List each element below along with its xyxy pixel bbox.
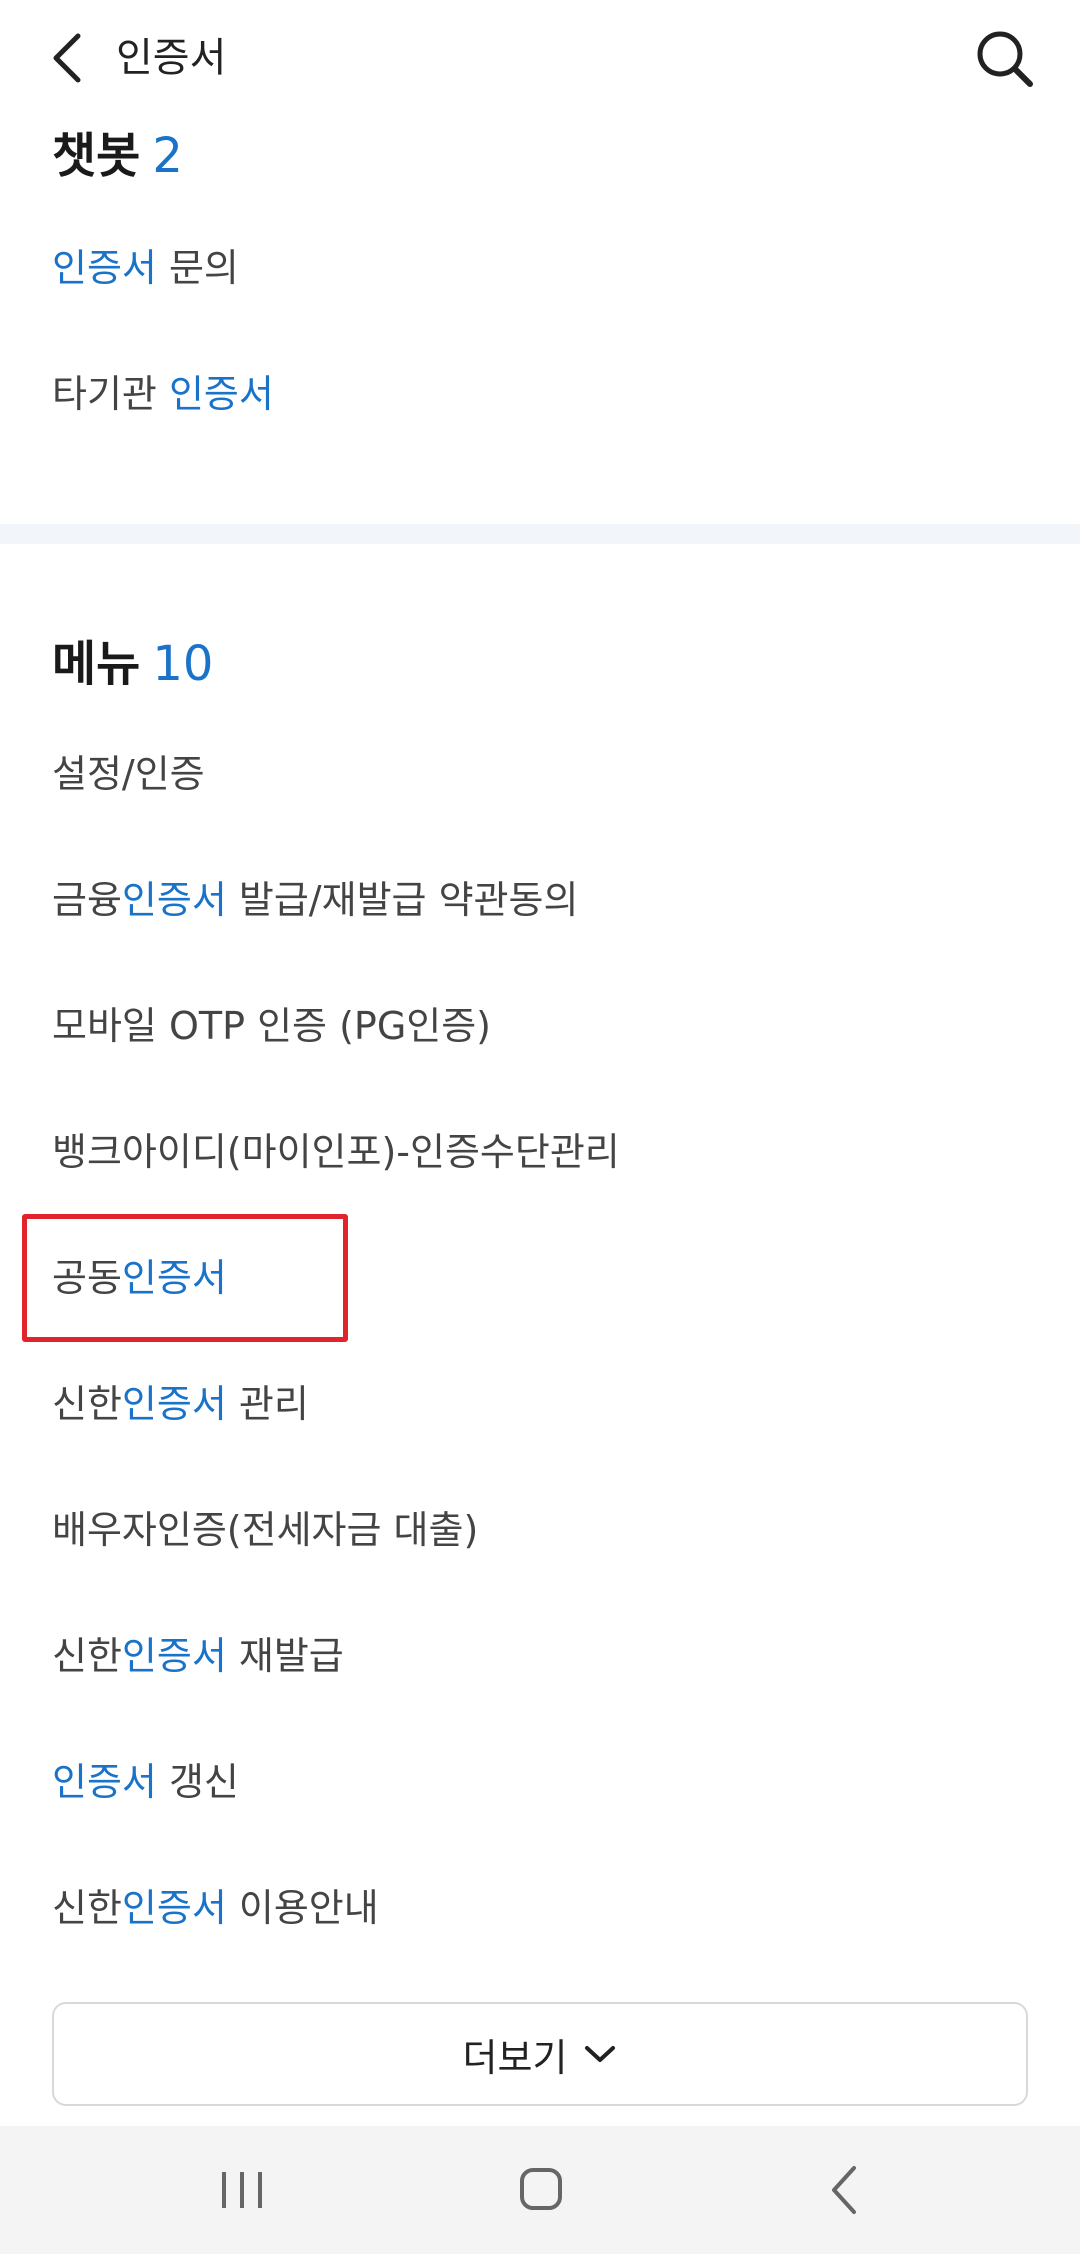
menu-section-title: 메뉴 10 [52, 634, 213, 694]
menu-item-text: 뱅크아이디(마이인포)-인증수단관리 [52, 1130, 620, 1174]
recent-apps-icon [222, 2172, 262, 2208]
menu-item-text: 발급/재발급 약관동의 [226, 878, 579, 922]
menu-item[interactable]: 배우자인증(전세자금 대출) [52, 1502, 478, 1558]
search-button[interactable] [972, 24, 1036, 92]
system-nav-bar [0, 2126, 1080, 2254]
menu-title-label: 메뉴 [52, 636, 141, 692]
back-button[interactable] [46, 30, 90, 86]
home-icon [520, 2168, 562, 2210]
chatbot-section-title: 챗봇 2 [52, 126, 183, 186]
menu-item-text: 관리 [226, 1382, 309, 1426]
menu-item[interactable]: 뱅크아이디(마이인포)-인증수단관리 [52, 1124, 620, 1180]
highlight-box [22, 1214, 348, 1342]
menu-item-text: 이용안내 [226, 1886, 379, 1930]
menu-item-text: 신한 [52, 1886, 122, 1930]
chatbot-item[interactable]: 인증서 문의 [52, 240, 239, 296]
menu-item-text: 금융 [52, 878, 122, 922]
search-icon [977, 31, 1033, 87]
recent-apps-button[interactable] [212, 2156, 272, 2224]
chevron-left-icon [53, 33, 81, 83]
menu-item[interactable]: 금융인증서 발급/재발급 약관동의 [52, 872, 578, 928]
menu-item-text: 인증서 [121, 1634, 227, 1678]
menu-item-text: 신한 [52, 1382, 122, 1426]
section-divider [0, 524, 1080, 544]
chatbot-item-text: 인증서 [52, 246, 157, 290]
chatbot-item-text: 문의 [156, 246, 239, 290]
menu-item[interactable]: 인증서 갱신 [52, 1754, 239, 1810]
menu-item-text: 배우자인증(전세자금 대출) [52, 1508, 479, 1552]
menu-item[interactable]: 신한인증서 이용안내 [52, 1880, 379, 1936]
menu-item[interactable]: 모바일 OTP 인증 (PG인증) [52, 998, 491, 1054]
home-button[interactable] [512, 2156, 572, 2224]
menu-item-text: 인증서 [121, 1382, 227, 1426]
menu-item-text: 모바일 OTP 인증 (PG인증) [52, 1004, 492, 1048]
nav-back-button[interactable] [818, 2156, 878, 2224]
chatbot-item[interactable]: 타기관 인증서 [52, 366, 274, 422]
more-button-label: 더보기 [462, 2035, 568, 2080]
menu-item-text: 신한 [52, 1634, 122, 1678]
menu-item-text: 갱신 [156, 1760, 239, 1804]
chatbot-item-text: 타기관 [52, 372, 169, 416]
more-button[interactable]: 더보기 [52, 2002, 1028, 2106]
menu-item-text: 설정/인증 [52, 752, 205, 796]
chatbot-item-text: 인증서 [168, 372, 274, 416]
menu-item[interactable]: 신한인증서 재발급 [52, 1628, 344, 1684]
page-title: 인증서 [116, 35, 227, 81]
menu-item[interactable]: 설정/인증 [52, 746, 205, 802]
menu-item-text: 인증서 [121, 878, 227, 922]
chevron-down-icon [585, 2046, 616, 2062]
menu-count: 10 [152, 636, 214, 692]
header: 인증서 [0, 0, 1080, 116]
chatbot-title-label: 챗봇 [52, 128, 141, 184]
back-icon [832, 2166, 856, 2214]
menu-item-text: 인증서 [52, 1760, 157, 1804]
menu-item-text: 인증서 [121, 1886, 227, 1930]
menu-item[interactable]: 신한인증서 관리 [52, 1376, 309, 1432]
chatbot-count: 2 [152, 128, 183, 184]
app-screen: 인증서 챗봇 2 인증서 문의 타기관 인증서 메뉴 10 설정/인증 금융인증서 발급… [0, 0, 1080, 2254]
menu-item-text: 재발급 [226, 1634, 344, 1678]
screen-edge [1080, 0, 1088, 2254]
